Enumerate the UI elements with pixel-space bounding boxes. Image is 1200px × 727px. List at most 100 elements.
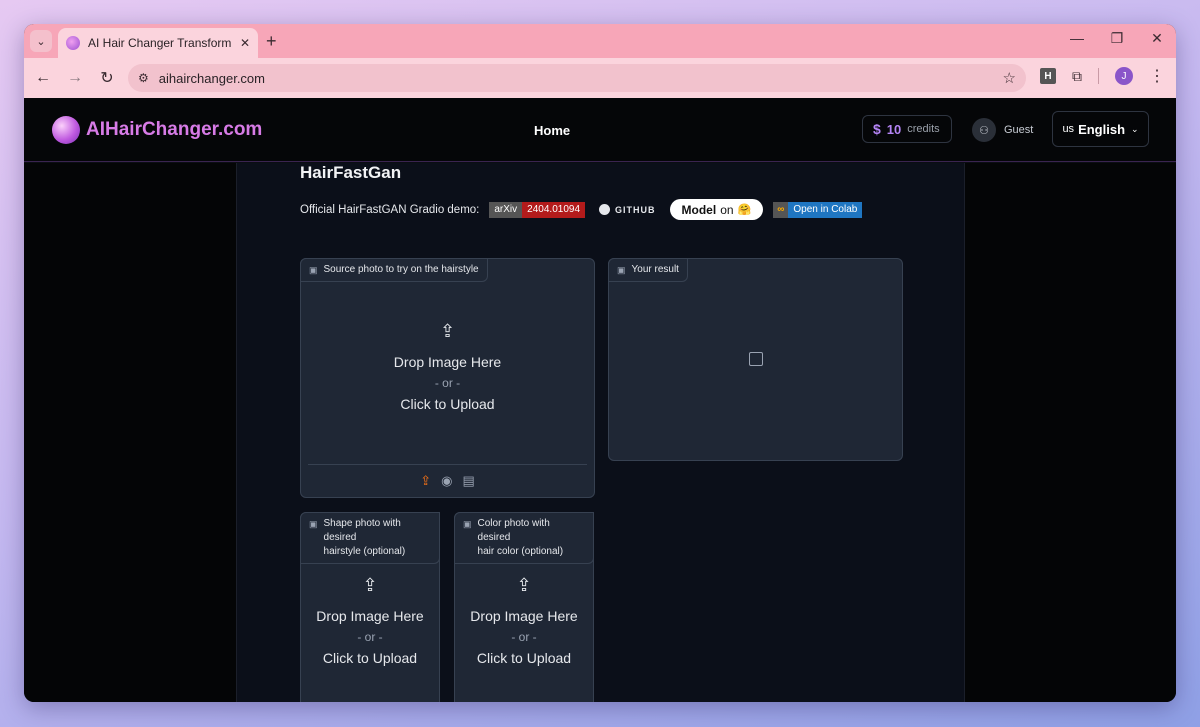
- credits-label: credits: [907, 123, 940, 135]
- bookmark-star-icon[interactable]: ☆: [1003, 69, 1016, 87]
- shape-photo-upload[interactable]: ▣ Shape photo with desired hairstyle (op…: [300, 512, 440, 702]
- language-name: English: [1078, 121, 1126, 137]
- logo-text: AIHairChanger.com: [86, 119, 263, 140]
- shape-dropzone[interactable]: ⇪ Drop Image Here - or - Click to Upload: [301, 575, 439, 666]
- credits-count: 10: [886, 121, 902, 137]
- chevron-down-icon: ⌄: [1131, 123, 1139, 134]
- source-photo-label: ▣ Source photo to try on the hairstyle: [300, 258, 488, 282]
- guest-label: Guest: [1004, 124, 1034, 136]
- drop-or-text: - or -: [511, 630, 537, 644]
- demo-badges-row: Official HairFastGAN Gradio demo: arXiv …: [300, 199, 863, 220]
- logo-icon: [52, 116, 80, 144]
- browser-tab[interactable]: AI Hair Changer Transform Your ✕: [58, 28, 258, 58]
- clipboard-icon[interactable]: ▤: [462, 473, 474, 489]
- tab-strip: ⌄ AI Hair Changer Transform Your ✕ + — ❐…: [24, 24, 1176, 58]
- toolbar-divider: [1098, 68, 1099, 84]
- color-label-line2: hair color (optional): [477, 546, 564, 557]
- app-container: HairFastGan Official HairFastGAN Gradio …: [236, 163, 965, 702]
- color-photo-label-text: Color photo with desired hair color (opt…: [478, 517, 585, 559]
- drop-or-text: - or -: [357, 630, 383, 644]
- new-tab-button[interactable]: +: [266, 30, 277, 52]
- tab-search-button[interactable]: ⌄: [30, 30, 52, 52]
- shape-photo-label: ▣ Shape photo with desired hairstyle (op…: [300, 512, 440, 564]
- language-selector[interactable]: us English ⌄: [1052, 111, 1149, 147]
- credits-badge[interactable]: $ 10 credits: [862, 115, 952, 143]
- click-to-upload-text: Click to Upload: [322, 650, 418, 666]
- minimize-icon[interactable]: —: [1068, 30, 1086, 47]
- arxiv-badge[interactable]: arXiv 2404.01094: [489, 201, 586, 218]
- reload-button[interactable]: ↻: [98, 68, 116, 88]
- restore-icon[interactable]: ❐: [1108, 30, 1126, 47]
- color-dropzone[interactable]: ⇪ Drop Image Here - or - Click to Upload: [455, 575, 593, 666]
- browser-window: ⌄ AI Hair Changer Transform Your ✕ + — ❐…: [24, 24, 1176, 702]
- drop-or-text: - or -: [434, 376, 461, 390]
- guest-account[interactable]: ⚇ Guest: [972, 118, 1033, 142]
- extensions-puzzle-icon[interactable]: ⧉: [1072, 68, 1082, 85]
- tab-close-icon[interactable]: ✕: [240, 36, 250, 50]
- image-placeholder-icon: [749, 352, 763, 366]
- source-dropzone[interactable]: ⇪ Drop Image Here - or - Click to Upload: [301, 321, 594, 412]
- nav-home-link[interactable]: Home: [534, 123, 570, 138]
- drop-image-text: Drop Image Here: [316, 608, 424, 624]
- tab-title: AI Hair Changer Transform Your: [88, 36, 232, 50]
- browser-toolbar: ← → ↻ ⚙ aihairchanger.com ☆ H ⧉ J ⋮: [24, 58, 1176, 98]
- colab-icon: ∞: [773, 201, 789, 218]
- back-button[interactable]: ←: [34, 69, 52, 87]
- upload-icon: ⇪: [516, 575, 532, 595]
- huggingface-icon: 🤗: [737, 204, 752, 216]
- window-controls: — ❐ ✕: [1068, 30, 1166, 47]
- address-bar[interactable]: ⚙ aihairchanger.com ☆: [128, 64, 1026, 92]
- dollar-icon: $: [873, 121, 881, 137]
- upload-icon: ⇪: [362, 575, 378, 595]
- profile-avatar[interactable]: J: [1115, 67, 1133, 85]
- arxiv-badge-label: arXiv: [489, 201, 523, 218]
- github-icon: [599, 204, 611, 215]
- model-badge-on: on: [720, 202, 734, 217]
- colab-badge[interactable]: ∞ Open in Colab: [773, 201, 863, 218]
- source-source-toolbar: ⇪ ◉ ▤: [308, 464, 587, 497]
- url-text[interactable]: aihairchanger.com: [159, 71, 993, 86]
- page-body: HairFastGan Official HairFastGAN Gradio …: [24, 163, 1176, 702]
- site-logo[interactable]: AIHairChanger.com: [52, 116, 262, 144]
- result-label-text: Your result: [631, 264, 679, 275]
- github-badge-label: GITHUB: [615, 204, 656, 215]
- arxiv-badge-id: 2404.01094: [522, 201, 586, 218]
- app-title: HairFastGan: [300, 163, 402, 182]
- image-icon: ▣: [463, 519, 472, 529]
- github-badge[interactable]: GITHUB: [595, 201, 660, 218]
- shape-label-line1: Shape photo with desired: [323, 518, 401, 543]
- upload-source-icon[interactable]: ⇪: [420, 473, 431, 489]
- drop-image-text: Drop Image Here: [393, 354, 502, 370]
- forward-button[interactable]: →: [66, 69, 84, 87]
- extension-h-icon[interactable]: H: [1040, 68, 1056, 84]
- source-photo-upload[interactable]: ▣ Source photo to try on the hairstyle ⇪…: [300, 258, 595, 498]
- site-header: AIHairChanger.com Home $ 10 credits ⚇ Gu…: [24, 98, 1176, 162]
- upload-icon: ⇪: [439, 321, 456, 341]
- color-photo-label: ▣ Color photo with desired hair color (o…: [454, 512, 594, 564]
- browser-menu-icon[interactable]: ⋮: [1149, 66, 1165, 86]
- model-on-hf-badge[interactable]: Model on 🤗: [669, 199, 764, 220]
- colab-badge-label: Open in Colab: [788, 201, 863, 218]
- result-label: ▣ Your result: [608, 258, 688, 282]
- image-icon: ▣: [309, 519, 318, 529]
- model-badge-label: Model: [681, 202, 717, 217]
- image-icon: ▣: [309, 265, 318, 275]
- shape-label-line2: hairstyle (optional): [323, 546, 406, 557]
- color-label-line1: Color photo with desired: [477, 518, 550, 543]
- result-image-panel: ▣ Your result: [608, 258, 903, 461]
- flag-icon: us: [1062, 123, 1075, 135]
- click-to-upload-text: Click to Upload: [476, 650, 572, 666]
- source-photo-label-text: Source photo to try on the hairstyle: [323, 264, 479, 275]
- shape-photo-label-text: Shape photo with desired hairstyle (opti…: [324, 517, 431, 559]
- toolbar-right: H ⧉ J ⋮: [1040, 66, 1165, 86]
- demo-description: Official HairFastGAN Gradio demo:: [300, 203, 480, 216]
- user-icon: ⚇: [972, 118, 996, 142]
- site-settings-icon[interactable]: ⚙: [138, 71, 149, 85]
- image-icon: ▣: [617, 265, 626, 275]
- color-photo-upload[interactable]: ▣ Color photo with desired hair color (o…: [454, 512, 594, 702]
- click-to-upload-text: Click to Upload: [400, 396, 495, 412]
- webcam-icon[interactable]: ◉: [441, 473, 452, 489]
- site-favicon-icon: [66, 36, 80, 50]
- close-window-icon[interactable]: ✕: [1148, 30, 1166, 47]
- drop-image-text: Drop Image Here: [470, 608, 578, 624]
